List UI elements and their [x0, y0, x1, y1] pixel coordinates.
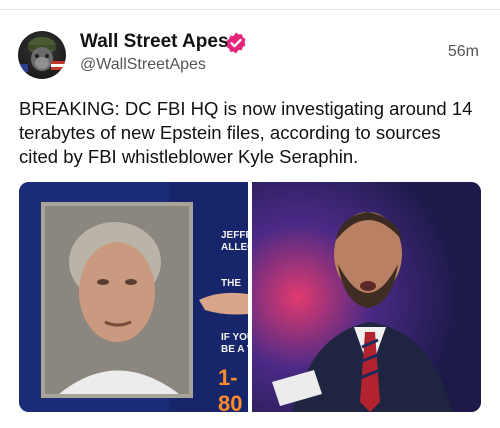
author-handle[interactable]: @WallStreetApes [80, 56, 206, 74]
avatar[interactable] [18, 31, 66, 79]
poster-line-1: JEFFREY [221, 230, 248, 241]
poster-line-5: BE A VIC [221, 344, 248, 355]
poster-line-3: THE [221, 278, 241, 289]
media-image-left[interactable]: JEFFREY ALLEGED THE IF YOU BE A VIC 1-80 [19, 182, 248, 412]
poster-line-2: ALLEGED [221, 242, 248, 253]
poster-illustration [19, 182, 248, 412]
post-text: BREAKING: DC FBI HQ is now investigating… [19, 98, 473, 167]
media-image-right[interactable] [252, 182, 481, 412]
poster-phone-number: 1-80 [218, 365, 243, 412]
top-divider [0, 9, 500, 10]
speaker-illustration [252, 182, 481, 412]
author-name[interactable]: Wall Street Apes [80, 31, 229, 53]
verified-badge-icon [226, 32, 246, 54]
poster-line-4: IF YOU [221, 332, 248, 343]
post-timestamp[interactable]: 56m [448, 43, 479, 61]
